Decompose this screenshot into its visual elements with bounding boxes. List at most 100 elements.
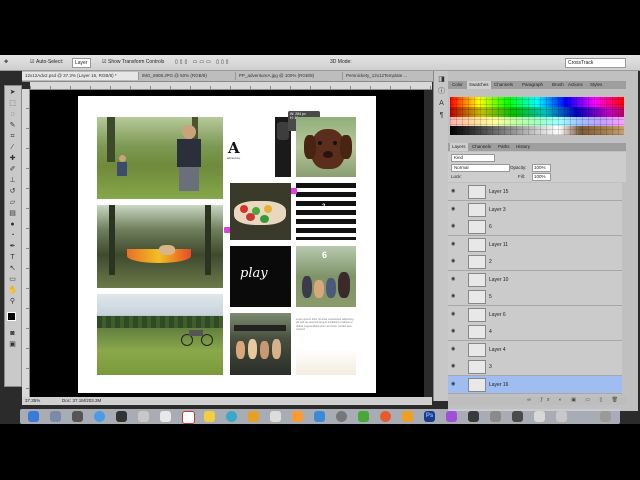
- auto-select-dropdown[interactable]: Layer: [72, 58, 91, 68]
- tab-color[interactable]: Color: [450, 81, 465, 89]
- layer-name[interactable]: Layer 15: [489, 189, 508, 195]
- shape-tool-icon[interactable]: ▭: [8, 275, 17, 284]
- visibility-eye-icon[interactable]: ◉: [451, 294, 456, 299]
- visibility-eye-icon[interactable]: ◉: [451, 224, 456, 229]
- mail-icon[interactable]: [138, 411, 149, 422]
- brush-tool-icon[interactable]: ✐: [8, 165, 17, 174]
- tab-12x12adv2[interactable]: 12x12Adv2.psd @ 37.3% (Layer 16, RGB/8) …: [22, 72, 139, 80]
- screen-mode-icon[interactable]: ▣: [8, 340, 17, 349]
- layer-row[interactable]: ◉ Layer 15: [448, 183, 622, 201]
- layer-row[interactable]: ◉ 3: [448, 358, 622, 376]
- app-icon[interactable]: [512, 411, 523, 422]
- app-icon[interactable]: [446, 411, 457, 422]
- move-tool-icon[interactable]: ➤: [8, 88, 17, 97]
- settings-icon[interactable]: [336, 411, 347, 422]
- photo-hammock[interactable]: [97, 205, 223, 288]
- journal-text[interactable]: Lorem ipsum dolor sit amet consectetur a…: [296, 318, 356, 375]
- layer-row[interactable]: ◉ Layer 16: [448, 375, 622, 394]
- align-buttons[interactable]: ▯▯▯ ▭▭▭ ▯▯▯: [175, 59, 230, 65]
- stamp-tool-icon[interactable]: ⊥: [8, 176, 17, 185]
- tab-layer-channels[interactable]: Channels: [470, 143, 493, 151]
- path-select-icon[interactable]: ↖: [8, 264, 17, 273]
- layer-row[interactable]: ◉ 2: [448, 253, 622, 271]
- tab-paths[interactable]: Paths: [496, 143, 512, 151]
- visibility-eye-icon[interactable]: ◉: [451, 311, 456, 317]
- visibility-eye-icon[interactable]: ◉: [451, 241, 456, 247]
- layer-name[interactable]: Layer 10: [489, 277, 508, 283]
- visibility-eye-icon[interactable]: ◉: [451, 381, 456, 387]
- layer-panel-buttons[interactable]: ∞ ƒx ◐ ▣ ▭ ▯ 🗑: [448, 397, 626, 405]
- app-icon[interactable]: [490, 411, 501, 422]
- tab-layers[interactable]: Layers: [450, 143, 468, 151]
- layer-name[interactable]: Layer 16: [489, 382, 508, 388]
- stripes-element[interactable]: [296, 183, 356, 240]
- layer-thumbnail[interactable]: [468, 360, 486, 374]
- photo-food[interactable]: [230, 183, 291, 240]
- dashboard-icon[interactable]: [72, 411, 83, 422]
- tab-swatches[interactable]: Swatches: [467, 81, 491, 89]
- move-tool-icon[interactable]: ✥: [4, 59, 8, 65]
- pen-tool-icon[interactable]: ✒: [8, 242, 17, 251]
- quick-mask-icon[interactable]: ◙: [8, 329, 17, 338]
- healing-brush-icon[interactable]: ✚: [8, 154, 17, 163]
- history-panel-icon[interactable]: ◨: [437, 75, 446, 84]
- tab-styles[interactable]: Styles: [588, 81, 604, 89]
- layer-thumbnail[interactable]: [468, 325, 486, 339]
- calendar-icon[interactable]: [182, 411, 195, 424]
- swatch-grid[interactable]: [450, 97, 624, 135]
- app-icon[interactable]: [292, 411, 303, 422]
- layer-row[interactable]: ◉ Layer 10: [448, 270, 622, 289]
- contacts-icon[interactable]: [160, 411, 171, 422]
- top-ruler[interactable]: [30, 82, 432, 90]
- blur-tool-icon[interactable]: ●: [8, 220, 17, 229]
- visibility-eye-icon[interactable]: ◉: [451, 364, 456, 369]
- layer-thumbnail[interactable]: [468, 272, 486, 287]
- layer-thumbnail[interactable]: [468, 220, 486, 234]
- paragraph-panel-icon[interactable]: ¶: [437, 111, 446, 120]
- visibility-eye-icon[interactable]: ◉: [451, 346, 456, 352]
- eraser-tool-icon[interactable]: ▱: [8, 198, 17, 207]
- layer-name[interactable]: Layer 3: [489, 207, 506, 213]
- layer-name[interactable]: 2: [489, 259, 492, 265]
- quick-select-icon[interactable]: ✎: [8, 121, 17, 130]
- left-ruler[interactable]: [22, 89, 30, 397]
- photo-dog[interactable]: [296, 117, 356, 177]
- layer-name[interactable]: 4: [489, 329, 492, 335]
- properties-panel-icon[interactable]: ⓘ: [437, 87, 446, 96]
- type-tool-icon[interactable]: T: [8, 253, 17, 262]
- photo-hiking-meadow[interactable]: [97, 117, 223, 199]
- visibility-eye-icon[interactable]: ◉: [451, 329, 456, 334]
- safari-icon[interactable]: [94, 411, 105, 422]
- character-panel-icon[interactable]: A: [437, 99, 446, 108]
- auto-select-checkbox[interactable]: ☑: [30, 59, 34, 65]
- layer-row[interactable]: ◉ Layer 6: [448, 305, 622, 324]
- tab-persnickety-template[interactable]: Persnickety_12x12Template ...: [343, 72, 445, 80]
- layer-row[interactable]: ◉ 5: [448, 288, 622, 306]
- app-icon[interactable]: [116, 411, 127, 422]
- layer-thumbnail[interactable]: [468, 307, 486, 322]
- crop-tool-icon[interactable]: ⌗: [8, 132, 17, 141]
- messages-icon[interactable]: [358, 411, 369, 422]
- downloads-icon[interactable]: [534, 411, 545, 422]
- tab-channels[interactable]: Channels: [492, 81, 515, 89]
- blend-mode-dropdown[interactable]: Normal: [451, 164, 510, 172]
- visibility-eye-icon[interactable]: ◉: [451, 189, 456, 194]
- layer-name[interactable]: 5: [489, 294, 492, 300]
- dodge-tool-icon[interactable]: ◔: [8, 231, 17, 240]
- marquee-tool-icon[interactable]: ⬚: [8, 99, 17, 108]
- tab-brush[interactable]: Brush: [550, 81, 566, 89]
- gradient-tool-icon[interactable]: ▤: [8, 209, 17, 218]
- workspace-switcher[interactable]: CrossTrack: [565, 58, 626, 68]
- maps-icon[interactable]: [270, 411, 281, 422]
- layer-thumbnail[interactable]: [468, 342, 486, 357]
- layer-thumbnail[interactable]: [468, 255, 486, 269]
- visibility-eye-icon[interactable]: ◉: [451, 259, 456, 264]
- canvas-area[interactable]: A adventure W: 284 px H: 40 px 2: [30, 90, 424, 397]
- layer-row[interactable]: ◉ Layer 4: [448, 340, 622, 359]
- notes-icon[interactable]: [204, 411, 215, 422]
- layer-name[interactable]: 3: [489, 364, 492, 370]
- photo-meadow-bike[interactable]: [97, 294, 223, 375]
- finder-icon[interactable]: [28, 411, 39, 422]
- zoom-tool-icon[interactable]: ⚲: [8, 297, 17, 306]
- browser-icon[interactable]: [380, 411, 391, 422]
